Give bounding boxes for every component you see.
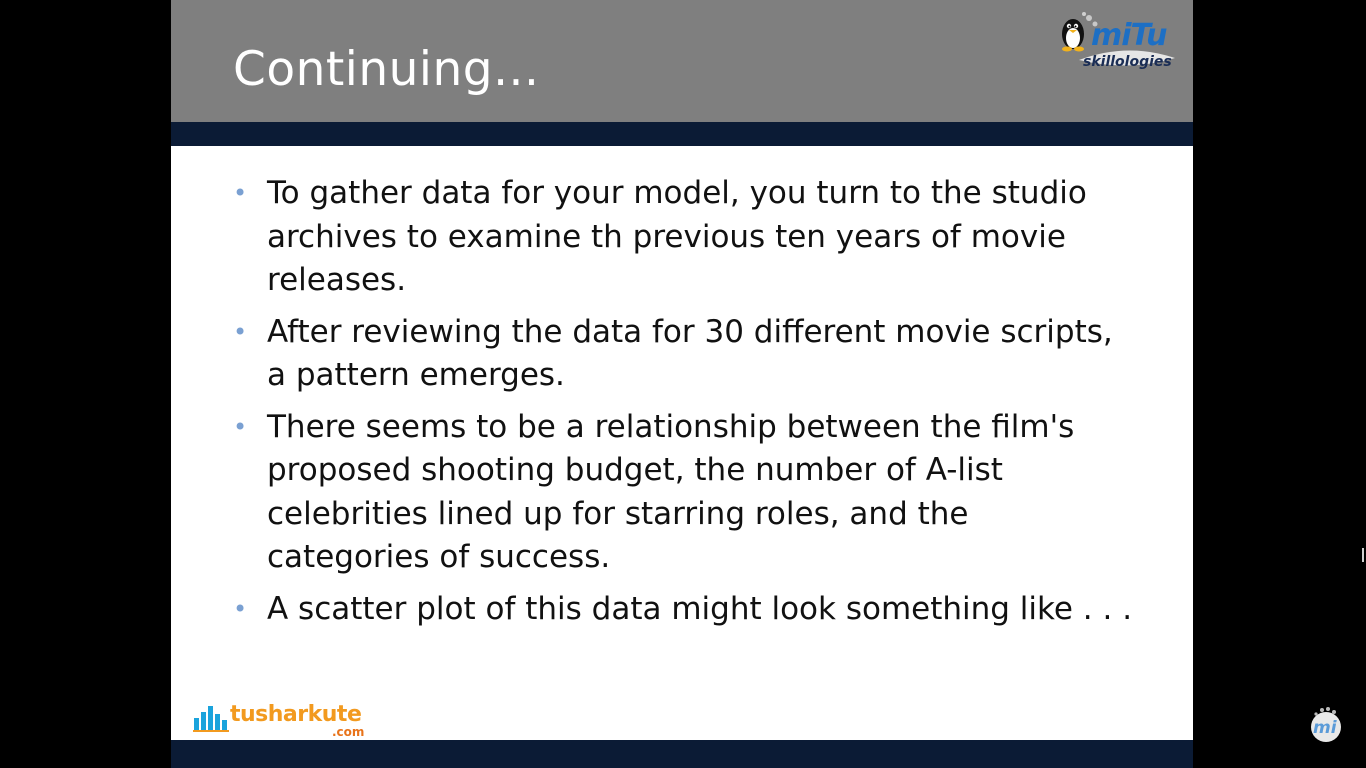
bullet-item: • After reviewing the data for 30 differ… — [233, 311, 1133, 398]
bullet-item: • A scatter plot of this data might look… — [233, 588, 1133, 632]
mitu-logo-text: miTu — [1091, 18, 1167, 53]
presentation-slide: Continuing... miTu skillologies • To gat… — [171, 0, 1193, 768]
bullet-dot-icon: • — [233, 412, 248, 441]
watermark-text: mi — [1313, 718, 1337, 738]
footer-band — [171, 740, 1193, 768]
bullet-list: • To gather data for your model, you tur… — [233, 172, 1133, 639]
mitu-skillologies-logo: miTu skillologies — [1059, 12, 1183, 74]
tusharkute-logo-domain: .com — [332, 725, 365, 739]
mouse-cursor — [1362, 548, 1364, 562]
mi-logo-icon: mi — [1306, 706, 1346, 746]
bullet-text: After reviewing the data for 30 differen… — [267, 313, 1113, 394]
bar-chart-icon — [193, 706, 229, 732]
bullet-item: • There seems to be a relationship betwe… — [233, 406, 1133, 580]
bullet-item: • To gather data for your model, you tur… — [233, 172, 1133, 303]
bullet-dot-icon: • — [233, 179, 248, 207]
bullet-dot-icon: • — [233, 317, 248, 346]
header-divider-band — [171, 122, 1193, 146]
tusharkute-logo-text: tusharkute — [230, 702, 362, 727]
video-player-frame: Continuing... miTu skillologies • To gat… — [0, 0, 1366, 768]
bullet-text: There seems to be a relationship between… — [267, 408, 1075, 576]
slide-title: Continuing... — [233, 42, 540, 97]
slide-header: Continuing... miTu skillologies — [171, 0, 1193, 122]
bullet-dot-icon: • — [233, 594, 248, 623]
mitu-logo-subtext: skillologies — [1083, 54, 1172, 70]
bullet-text: A scatter plot of this data might look s… — [267, 590, 1133, 627]
tusharkute-logo: tusharkute .com — [193, 700, 373, 740]
bullet-text: To gather data for your model, you turn … — [267, 175, 1087, 298]
